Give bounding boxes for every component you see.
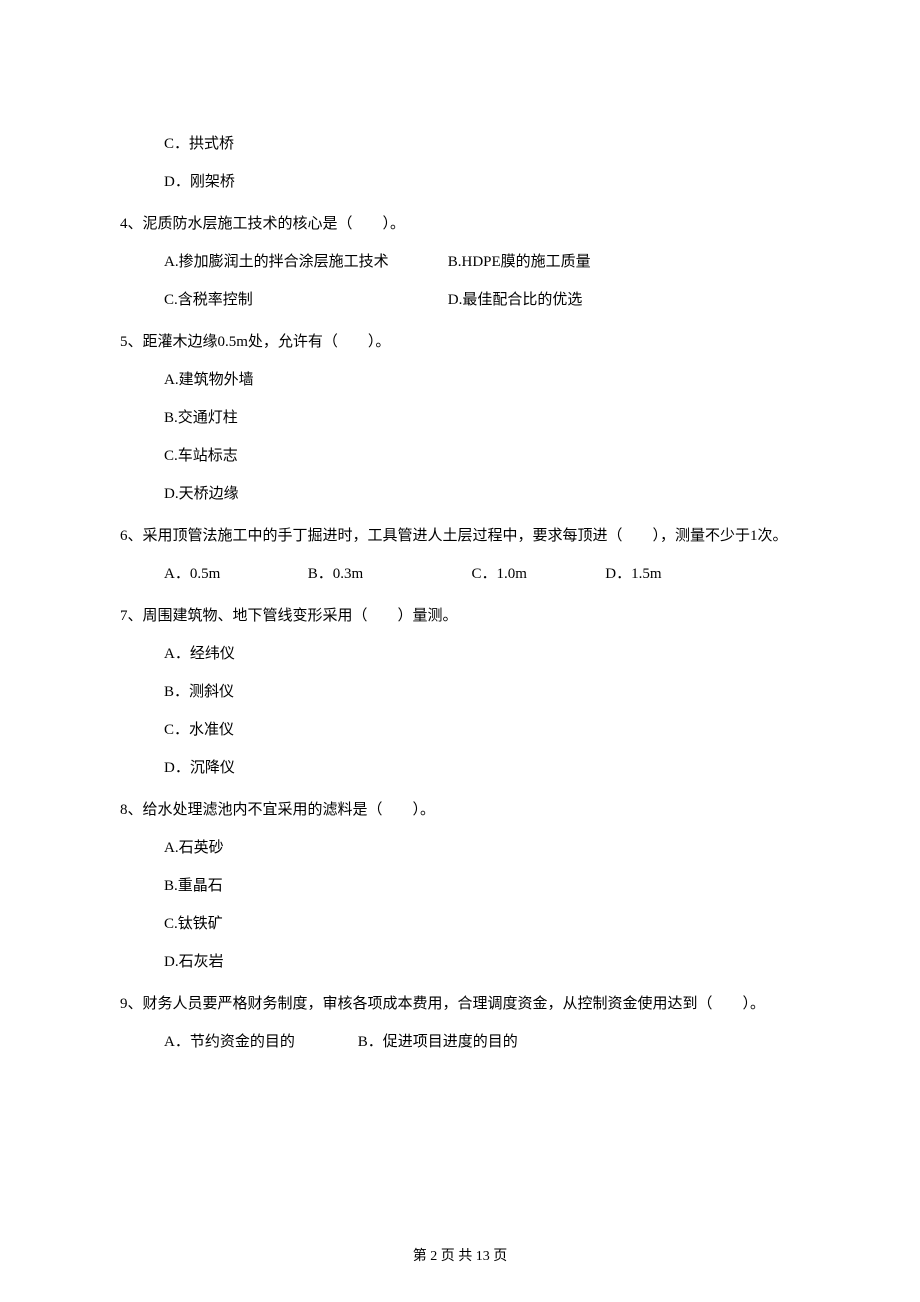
question-5-stem: 5、距灌木边缘0.5m处，允许有（ ）。	[120, 330, 800, 354]
question-4-options-row1: A.掺加膨润土的拌合涂层施工技术 B.HDPE膜的施工质量	[120, 250, 800, 274]
option-4c: C.含税率控制	[164, 288, 444, 312]
option-7d: D．沉降仪	[120, 756, 800, 780]
option-8b: B.重晶石	[120, 874, 800, 898]
option-d-prev: D．刚架桥	[120, 170, 800, 194]
option-9b: B．促进项目进度的目的	[358, 1034, 518, 1050]
option-6c: C．1.0m	[472, 562, 602, 586]
question-6-options: A．0.5m B．0.3m C．1.0m D．1.5m	[120, 562, 800, 586]
option-8c: C.钛铁矿	[120, 912, 800, 936]
option-4d: D.最佳配合比的优选	[448, 292, 583, 308]
option-6b: B．0.3m	[308, 562, 468, 586]
option-7b: B．测斜仪	[120, 680, 800, 704]
option-9a: A．节约资金的目的	[164, 1030, 354, 1054]
option-8a: A.石英砂	[120, 836, 800, 860]
option-c-prev: C．拱式桥	[120, 132, 800, 156]
option-8d: D.石灰岩	[120, 950, 800, 974]
page-footer: 第 2 页 共 13 页	[0, 1246, 920, 1268]
question-4-options-row2: C.含税率控制 D.最佳配合比的优选	[120, 288, 800, 312]
option-5c: C.车站标志	[120, 444, 800, 468]
option-4b: B.HDPE膜的施工质量	[448, 254, 591, 270]
option-5a: A.建筑物外墙	[120, 368, 800, 392]
question-6-stem: 6、采用顶管法施工中的手丁掘进时，工具管进人土层过程中，要求每顶进（ ），测量不…	[120, 524, 800, 548]
question-8-stem: 8、给水处理滤池内不宜采用的滤料是（ ）。	[120, 798, 800, 822]
question-7-stem: 7、周围建筑物、地下管线变形采用（ ）量测。	[120, 604, 800, 628]
option-5d: D.天桥边缘	[120, 482, 800, 506]
question-9-stem: 9、财务人员要严格财务制度，审核各项成本费用，合理调度资金，从控制资金使用达到（…	[120, 992, 800, 1016]
option-6a: A．0.5m	[164, 562, 304, 586]
option-6d: D．1.5m	[605, 566, 661, 582]
option-7a: A．经纬仪	[120, 642, 800, 666]
option-5b: B.交通灯柱	[120, 406, 800, 430]
document-page: C．拱式桥 D．刚架桥 4、泥质防水层施工技术的核心是（ ）。 A.掺加膨润土的…	[0, 0, 920, 1302]
question-9-options: A．节约资金的目的 B．促进项目进度的目的	[120, 1030, 800, 1054]
option-7c: C．水准仪	[120, 718, 800, 742]
option-4a: A.掺加膨润土的拌合涂层施工技术	[164, 250, 444, 274]
question-4-stem: 4、泥质防水层施工技术的核心是（ ）。	[120, 212, 800, 236]
